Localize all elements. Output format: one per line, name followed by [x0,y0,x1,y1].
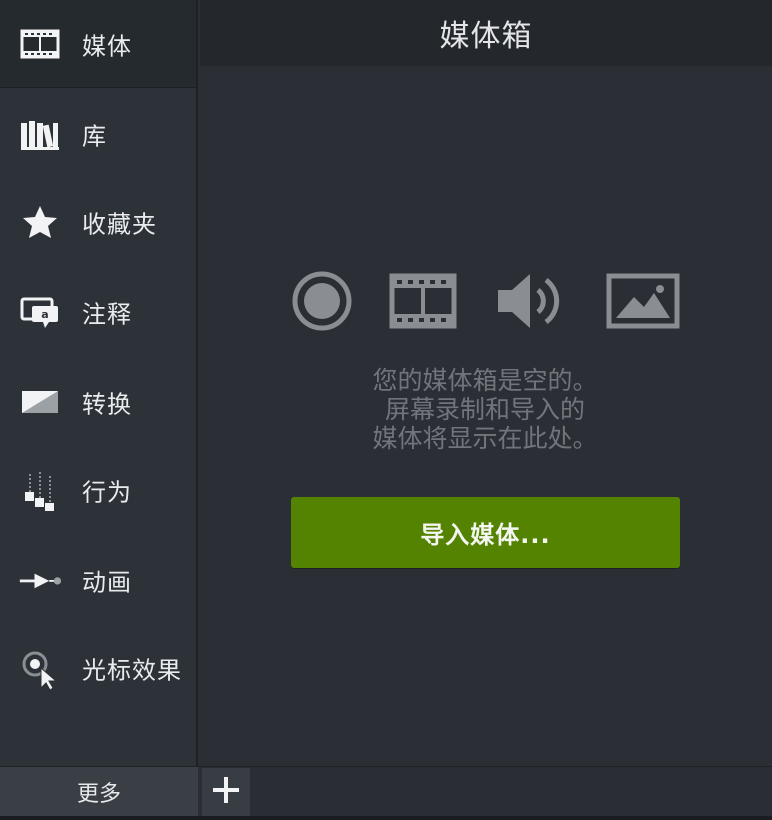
animation-arrow-icon [18,558,62,602]
library-books-icon [18,112,62,156]
sidebar-item-transitions[interactable]: 转换 [0,358,196,446]
bottom-toolbar [198,766,772,816]
sidebar-item-library[interactable]: 库 [0,90,196,178]
transition-icon [18,380,62,424]
sidebar: 媒体 库 收藏夹 a 注释 转换 行为 动画 光标效果 [0,0,198,766]
import-media-button[interactable]: 导入媒体... [291,497,680,568]
sidebar-item-label: 动画 [82,568,132,597]
callout-icon: a [18,290,62,334]
empty-message-line: 媒体将显示在此处。 [372,424,598,453]
sidebar-item-behaviors[interactable]: 行为 [0,446,196,534]
video-icon [388,266,458,336]
star-icon [18,200,62,244]
page-title: 媒体箱 [439,19,533,54]
recording-icon [290,266,354,336]
empty-message-line: 屏幕录制和导入的 [384,395,585,424]
svg-text:a: a [41,308,48,321]
sidebar-item-media[interactable]: 媒体 [0,0,196,88]
sidebar-item-cursor-effects[interactable]: 光标效果 [0,624,196,712]
cursor-effect-icon [18,646,62,690]
sidebar-item-animations[interactable]: 动画 [0,536,196,624]
sidebar-item-label: 转换 [82,390,132,419]
media-type-icons [286,266,686,336]
sidebar-item-label: 注释 [82,300,132,329]
empty-bin-message: 您的媒体箱是空的。 屏幕录制和导入的 媒体将显示在此处。 [300,366,670,453]
window-bottom-edge [0,816,772,820]
film-strip-icon [18,22,62,66]
behavior-icon [18,468,62,512]
sidebar-item-annotations[interactable]: a 注释 [0,268,196,356]
media-bin-app: 媒体 库 收藏夹 a 注释 转换 行为 动画 光标效果 媒体箱 您的媒体箱是空的… [0,0,772,820]
more-button[interactable]: 更多 [0,766,198,816]
sidebar-item-favorites[interactable]: 收藏夹 [0,178,196,266]
sidebar-item-label: 光标效果 [82,656,182,685]
media-bin-header: 媒体箱 [200,0,772,66]
sidebar-item-label: 媒体 [82,32,132,60]
sidebar-item-label: 收藏夹 [82,210,157,239]
sidebar-item-label: 库 [82,122,107,151]
audio-icon [494,266,568,336]
add-button[interactable] [202,768,250,816]
empty-message-line: 您的媒体箱是空的。 [372,366,598,395]
sidebar-item-label: 行为 [82,478,132,507]
plus-icon [211,775,241,809]
image-icon [606,266,680,336]
